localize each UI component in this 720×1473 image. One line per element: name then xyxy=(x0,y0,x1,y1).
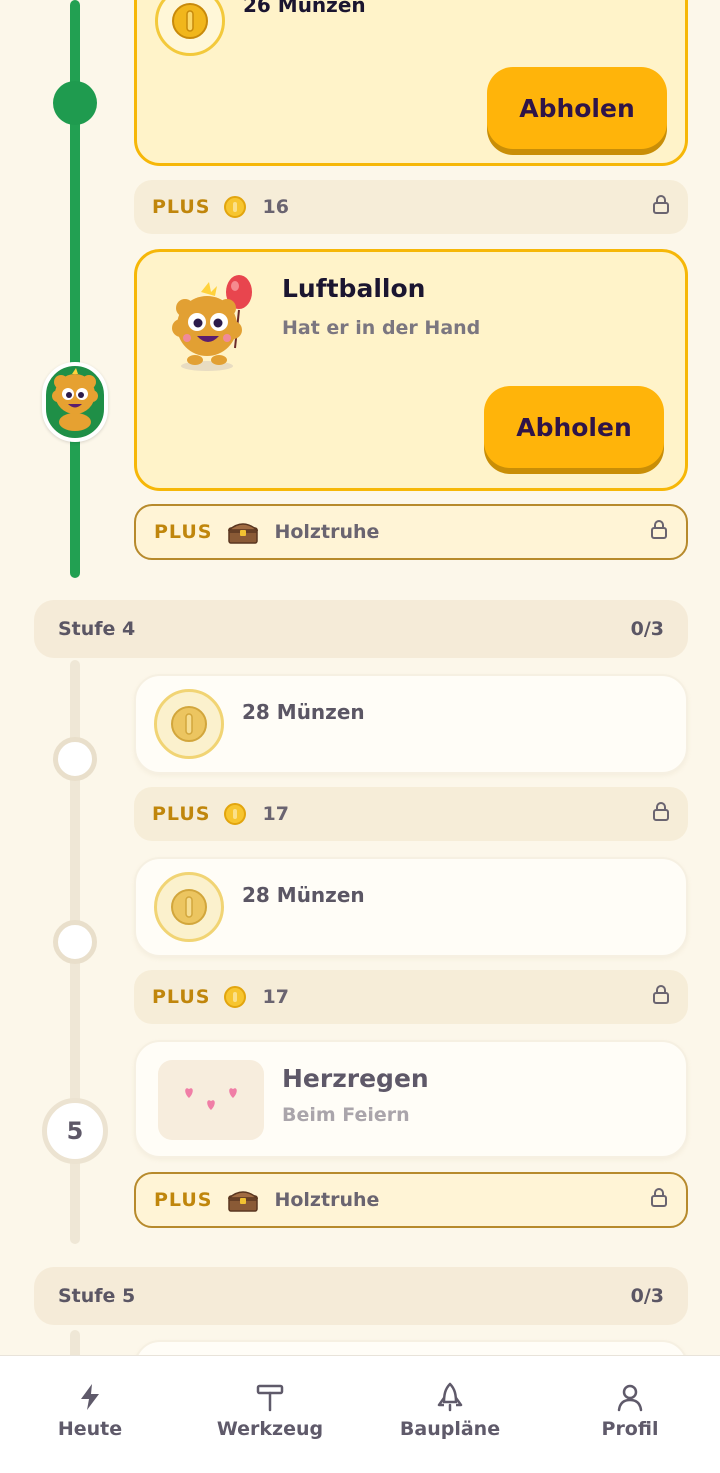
rocket-icon xyxy=(437,1382,463,1412)
plus-value: 16 xyxy=(262,196,289,218)
coin-icon xyxy=(155,0,225,56)
stage-progress: 0/3 xyxy=(630,618,664,640)
level-number-node: 5 xyxy=(42,1098,108,1164)
plus-label: PLUS xyxy=(154,521,213,543)
bolt-icon xyxy=(81,1384,99,1410)
plus-reward-row: PLUS 17 xyxy=(134,970,688,1024)
nav-item-heute[interactable]: Heute xyxy=(0,1356,180,1473)
reward-card-heart-rain: Herzregen Beim Feiern xyxy=(134,1040,688,1158)
nav-label: Profil xyxy=(601,1418,659,1440)
mascot-icon xyxy=(52,368,98,431)
hammer-icon xyxy=(256,1384,284,1412)
coin-icon xyxy=(154,689,224,759)
mascot-balloon-icon xyxy=(165,270,261,382)
coin-icon xyxy=(154,872,224,942)
nav-item-bauplaene[interactable]: Baupläne xyxy=(360,1356,540,1473)
claim-button[interactable]: Abholen xyxy=(484,386,664,468)
plus-reward-row: PLUS 16 xyxy=(134,180,688,234)
reward-card-coins: 28 Münzen xyxy=(134,857,688,957)
reward-label: 28 Münzen xyxy=(242,883,365,907)
stage-header-5: Stufe 5 0/3 xyxy=(34,1267,688,1325)
reward-card-balloon: Luftballon Hat er in der Hand Abholen xyxy=(134,249,688,491)
reward-label: 26 Münzen xyxy=(243,0,366,17)
plus-label: PLUS xyxy=(152,196,211,218)
coin-icon xyxy=(224,986,247,1008)
plus-label: PLUS xyxy=(152,803,211,825)
plus-reward-row: PLUS 17 xyxy=(134,787,688,841)
chest-icon xyxy=(228,1188,259,1212)
lock-icon xyxy=(652,985,670,1009)
reward-title: Herzregen xyxy=(282,1064,429,1093)
reward-title: Luftballon xyxy=(282,274,426,303)
lock-icon xyxy=(652,802,670,826)
plus-reward-row: PLUS Holztruhe xyxy=(134,504,688,560)
nav-item-profil[interactable]: Profil xyxy=(540,1356,720,1473)
plus-value: 17 xyxy=(262,803,289,825)
lock-icon xyxy=(650,1188,668,1212)
nav-label: Werkzeug xyxy=(216,1418,324,1440)
timeline-node-pending xyxy=(53,737,97,781)
reward-subtitle: Hat er in der Hand xyxy=(282,317,481,339)
reward-card-coins: 28 Münzen xyxy=(134,674,688,774)
nav-label: Heute xyxy=(57,1418,123,1440)
plus-value: Holztruhe xyxy=(274,1189,380,1211)
lock-icon xyxy=(652,195,670,219)
plus-label: PLUS xyxy=(152,986,211,1008)
chest-icon xyxy=(228,520,259,544)
timeline-node-completed xyxy=(53,81,97,125)
claim-button[interactable]: Abholen xyxy=(487,67,667,149)
user-icon xyxy=(617,1384,643,1412)
coin-icon xyxy=(224,196,247,218)
nav-label: Baupläne xyxy=(399,1418,501,1440)
plus-reward-row: PLUS Holztruhe xyxy=(134,1172,688,1228)
hearts-icon xyxy=(158,1060,264,1140)
coin-icon xyxy=(224,803,247,825)
stage-label: Stufe 5 xyxy=(58,1285,136,1307)
lock-icon xyxy=(650,520,668,544)
stage-header-4: Stufe 4 0/3 xyxy=(34,600,688,658)
reward-card-coins: 26 Münzen Abholen xyxy=(134,0,688,166)
timeline-node-pending xyxy=(53,920,97,964)
plus-value: Holztruhe xyxy=(274,521,380,543)
plus-value: 17 xyxy=(262,986,289,1008)
reward-label: 28 Münzen xyxy=(242,700,365,724)
bottom-navigation: Heute Werkzeug Baupläne Profil xyxy=(0,1355,720,1473)
stage-label: Stufe 4 xyxy=(58,618,136,640)
reward-subtitle: Beim Feiern xyxy=(282,1104,410,1126)
stage-progress: 0/3 xyxy=(630,1285,664,1307)
mascot-avatar-node xyxy=(42,362,108,442)
nav-item-werkzeug[interactable]: Werkzeug xyxy=(180,1356,360,1473)
plus-label: PLUS xyxy=(154,1189,213,1211)
